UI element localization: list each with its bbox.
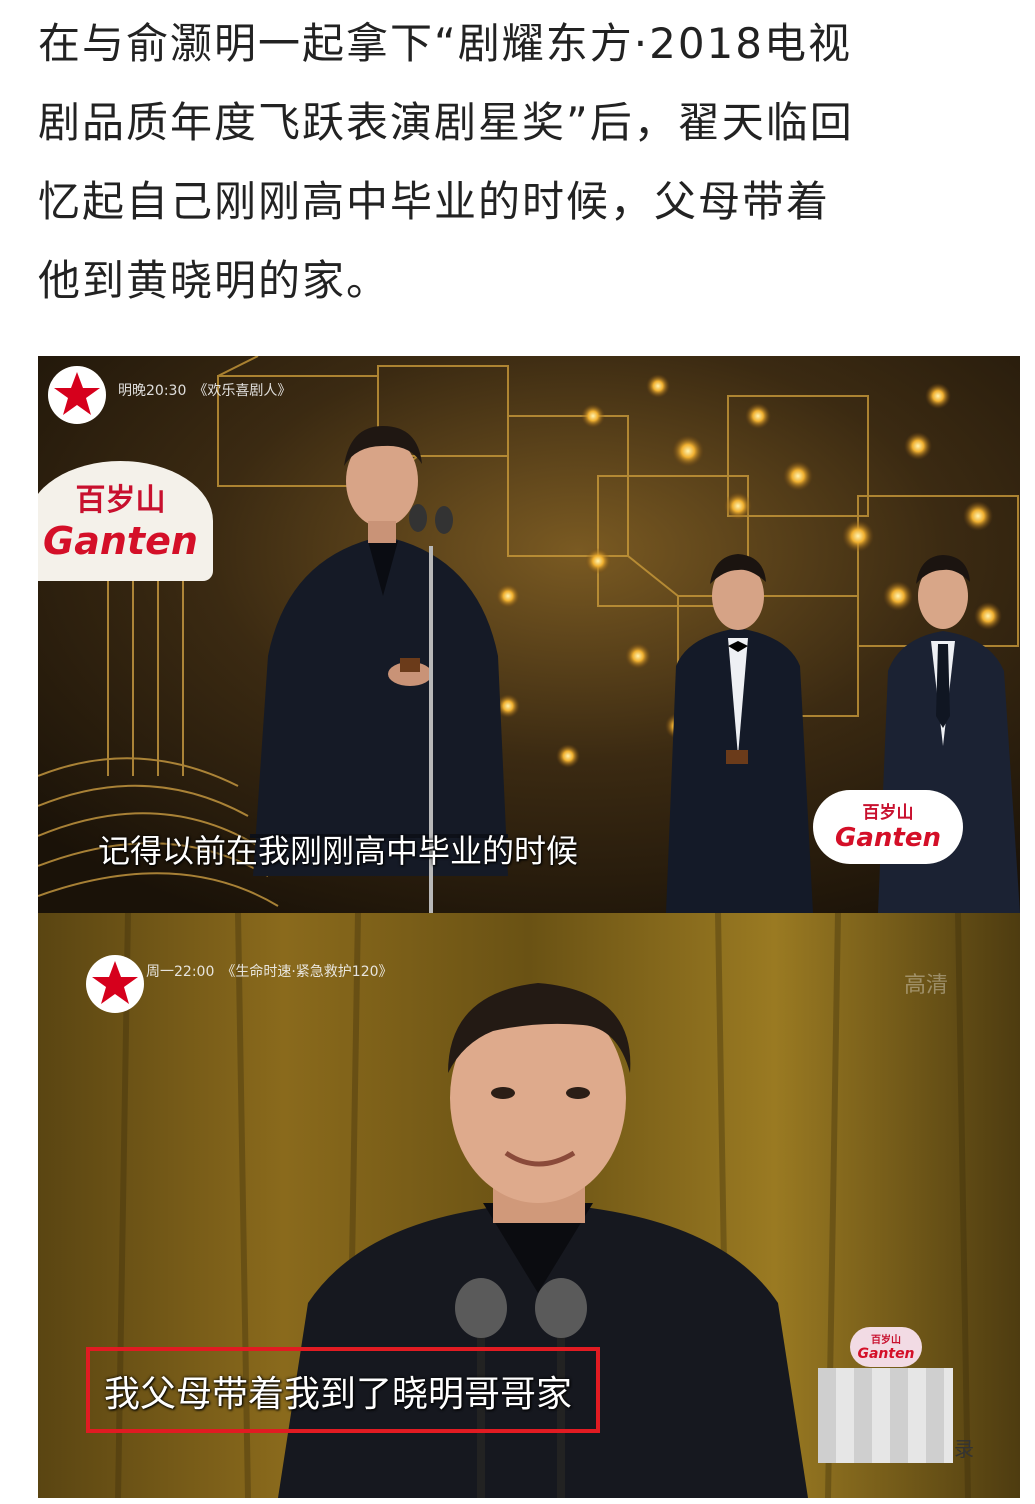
video-subtitle: 我父母带着我到了晓明哥哥家 — [104, 1374, 573, 1415]
sponsor-logo-corner: 百岁山 Ganten — [850, 1327, 922, 1367]
sponsor-cn-text: 百岁山 — [75, 483, 166, 518]
article-line: 剧品质年度飞跃表演剧星奖”后，翟天临回 — [38, 98, 854, 147]
channel-logo — [84, 953, 146, 1015]
sponsor-logo-corner: 百岁山 Ganten — [813, 790, 963, 864]
article-line: 忆起自己刚刚高中毕业的时候，父母带着 — [38, 177, 831, 226]
sponsor-en-text: Ganten — [835, 823, 941, 853]
hd-watermark: 高清 — [904, 973, 949, 998]
article-line: 他到黄晓明的家。 — [38, 256, 391, 305]
channel-program-info: 周一22:00 《生命时速·紧急救护120》 — [146, 964, 393, 980]
article-paragraph: 在与俞灏明一起拿下“剧耀东方·2018电视 剧品质年度飞跃表演剧星奖”后，翟天临… — [38, 4, 1028, 320]
video-frame-closeup: 周一22:00 《生命时速·紧急救护120》 高清 百岁山 Ganten 我父母… — [38, 913, 1020, 1498]
star-icon — [48, 366, 106, 424]
sponsor-logo: 百岁山 Ganten — [38, 461, 213, 581]
star-icon — [86, 955, 144, 1013]
sponsor-en-text: Ganten — [857, 1346, 915, 1362]
article-line: 在与俞灏明一起拿下“剧耀东方·2018电视 — [38, 19, 852, 68]
channel-logo — [46, 364, 108, 426]
sponsor-en-text: Ganten — [43, 519, 198, 563]
sponsor-sign: 百岁山 Ganten — [38, 461, 223, 581]
video-subtitle: 记得以前在我刚刚高中毕业的时候 — [98, 832, 579, 870]
corner-mark: 录 — [954, 1437, 974, 1461]
video-frame-award-stage: 明晚20:30 《欢乐喜剧人》 百岁山 Ganten 百岁山 Ganten 记得… — [38, 356, 1020, 913]
sponsor-cn-text: 百岁山 — [871, 1335, 901, 1346]
sponsor-cn-text: 百岁山 — [862, 803, 914, 823]
channel-program-info: 明晚20:30 《欢乐喜剧人》 — [118, 383, 292, 399]
blurred-watermark — [818, 1368, 953, 1463]
